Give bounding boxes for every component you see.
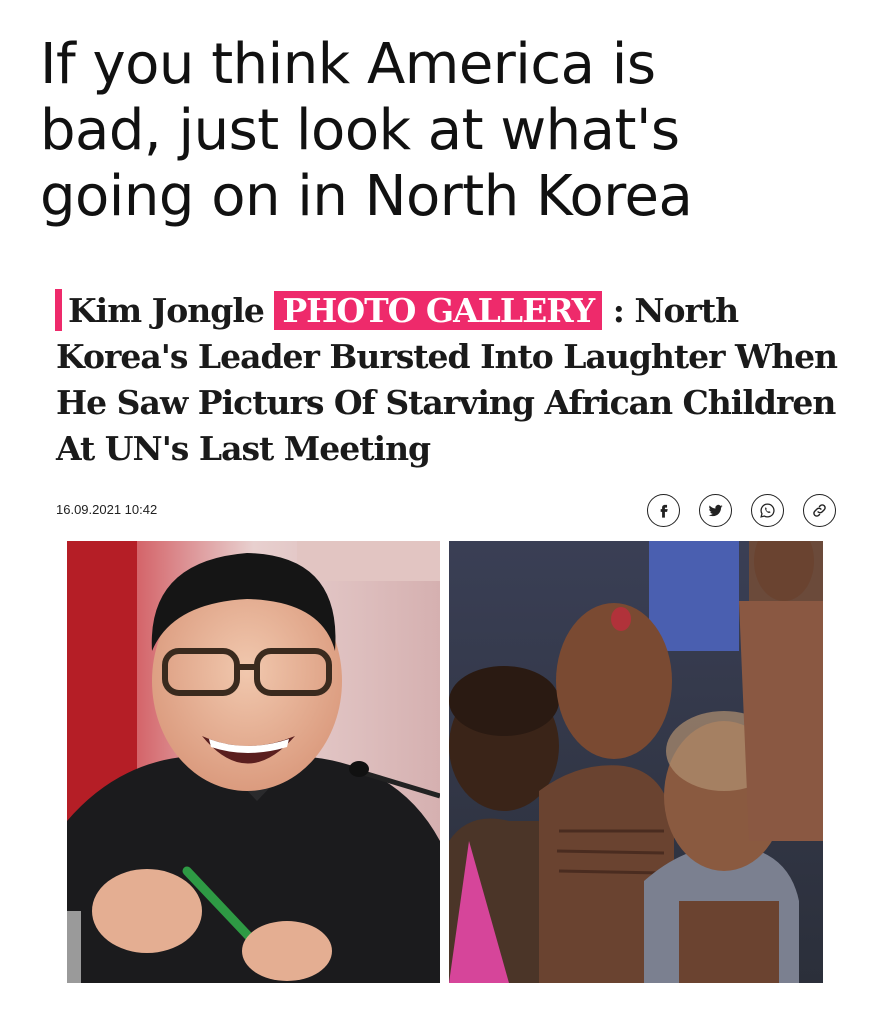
copy-link-button[interactable] (803, 494, 836, 527)
article-card: Kim Jongle PHOTO GALLERY : North Korea's… (0, 0, 881, 1021)
whatsapp-share-button[interactable] (751, 494, 784, 527)
starving-children-photo (449, 541, 823, 983)
link-icon (813, 504, 826, 517)
article-meta: 16.09.2021 10:42 (56, 494, 836, 528)
twitter-share-button[interactable] (699, 494, 732, 527)
photo-illustration (67, 541, 440, 983)
photo-gallery-tag[interactable]: PHOTO GALLERY (274, 291, 603, 330)
share-buttons (647, 494, 836, 527)
facebook-share-button[interactable] (647, 494, 680, 527)
kim-jong-un-laughing-photo (67, 541, 440, 983)
facebook-icon (660, 504, 668, 518)
article-headline[interactable]: Kim Jongle PHOTO GALLERY : North Korea's… (56, 288, 846, 472)
publish-date: 16.09.2021 10:42 (56, 502, 158, 517)
headline-lead: Kim Jongle (68, 291, 265, 330)
twitter-icon (708, 504, 723, 517)
photo-illustration (449, 541, 823, 983)
whatsapp-icon (760, 503, 775, 518)
